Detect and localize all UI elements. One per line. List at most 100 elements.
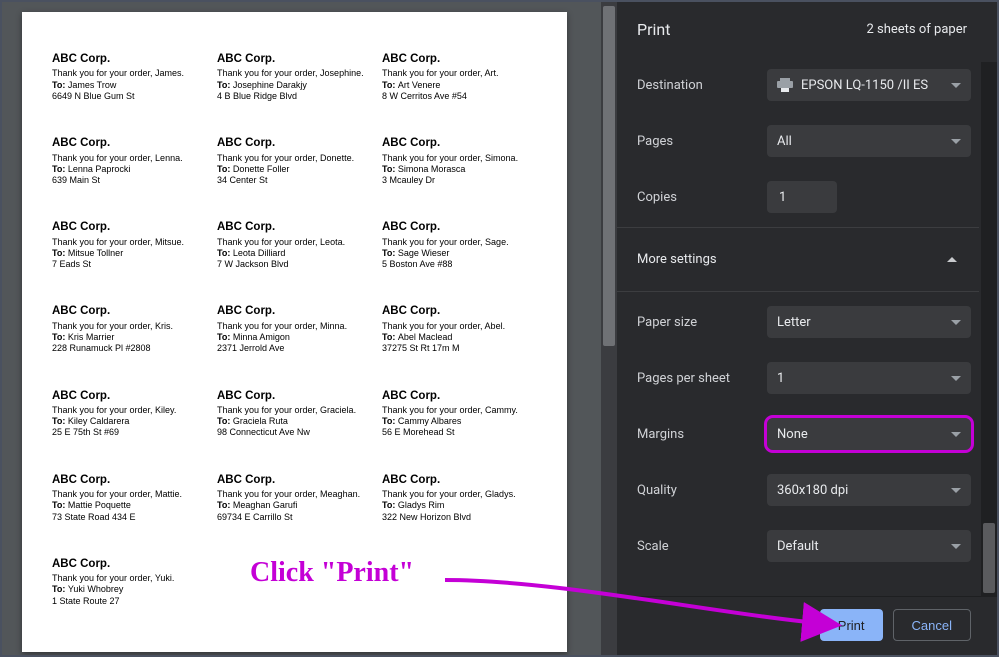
label-company: ABC Corp. — [217, 304, 372, 318]
label-to: To: Lenna Paprocki — [52, 164, 207, 175]
address-label: ABC Corp. Thank you for your order, Kris.… — [52, 304, 207, 354]
scale-select[interactable]: Default — [767, 530, 971, 562]
panel-scrollbar-thumb[interactable] — [983, 523, 995, 593]
label-address: 6649 N Blue Gum St — [52, 91, 207, 102]
label-thank: Thank you for your order, Yuki. — [52, 573, 207, 584]
label-address: 8 W Cerritos Ave #54 — [382, 91, 537, 102]
label-to: To: Gladys Rim — [382, 500, 537, 511]
preview-page: ABC Corp.Thank you for your order, James… — [22, 12, 567, 652]
label-thank: Thank you for your order, Simona. — [382, 153, 537, 164]
destination-label: Destination — [637, 78, 767, 93]
label-address: 3 Mcauley Dr — [382, 175, 537, 186]
label-to: To: James Trow — [52, 80, 207, 91]
label-to: To: Mitsue Tollner — [52, 248, 207, 259]
chevron-down-icon — [951, 432, 961, 437]
address-label: ABC Corp. Thank you for your order, Lenna… — [52, 136, 207, 186]
pages-label: Pages — [637, 134, 767, 149]
label-company: ABC Corp. — [52, 557, 207, 571]
address-label: ABC Corp. Thank you for your order, Graci… — [217, 389, 372, 439]
label-address: 4 B Blue Ridge Blvd — [217, 91, 372, 102]
label-to: To: Kiley Caldarera — [52, 416, 207, 427]
address-label: ABC Corp.Thank you for your order, Leota… — [217, 220, 372, 270]
cancel-button[interactable]: Cancel — [893, 609, 971, 641]
label-address: 73 State Road 434 E — [52, 512, 207, 523]
address-label: ABC Corp.Thank you for your order, Sage.… — [382, 220, 537, 270]
chevron-down-icon — [951, 376, 961, 381]
label-thank: Thank you for your order, Donette. — [217, 153, 372, 164]
address-label: ABC Corp.Thank you for your order, Glady… — [382, 473, 537, 523]
printer-icon — [777, 78, 793, 92]
destination-select[interactable]: EPSON LQ-1150 /II ES — [767, 69, 971, 101]
chevron-down-icon — [951, 139, 961, 144]
label-to: To: Art Venere — [382, 80, 537, 91]
label-thank: Thank you for your order, Meaghan. — [217, 489, 372, 500]
scale-label: Scale — [637, 539, 767, 554]
address-label: ABC Corp.Thank you for your order, Cammy… — [382, 389, 537, 439]
label-company: ABC Corp. — [382, 220, 537, 234]
label-company: ABC Corp. — [217, 136, 372, 150]
pages-per-sheet-value: 1 — [777, 371, 784, 386]
chevron-up-icon — [947, 257, 957, 262]
label-company: ABC Corp. — [52, 220, 207, 234]
label-thank: Thank you for your order, Mattie. — [52, 489, 207, 500]
label-to: To: Leota Dilliard — [217, 248, 372, 259]
label-to: To: Donette Foller — [217, 164, 372, 175]
pages-value: All — [777, 134, 792, 149]
address-label: ABC Corp.Thank you for your order, Josep… — [217, 52, 372, 102]
label-thank: Thank you for your order, Lenna. — [52, 153, 207, 164]
pages-per-sheet-label: Pages per sheet — [637, 371, 767, 386]
label-company: ABC Corp. — [52, 52, 207, 66]
label-thank: Thank you for your order, Abel. — [382, 321, 537, 332]
preview-scrollbar[interactable] — [601, 2, 617, 655]
margins-label: Margins — [637, 427, 767, 442]
panel-scrollbar[interactable] — [981, 62, 997, 597]
label-address: 56 E Morehead St — [382, 427, 537, 438]
margins-select[interactable]: None — [767, 418, 971, 450]
label-address: 7 W Jackson Blvd — [217, 259, 372, 270]
pages-select[interactable]: All — [767, 125, 971, 157]
margins-value: None — [777, 427, 808, 442]
label-thank: Thank you for your order, Art. — [382, 68, 537, 79]
pages-per-sheet-select[interactable]: 1 — [767, 362, 971, 394]
copies-input[interactable]: 1 — [767, 181, 837, 213]
label-thank: Thank you for your order, Leota. — [217, 237, 372, 248]
label-company: ABC Corp. — [52, 389, 207, 403]
label-address: 639 Main St — [52, 175, 207, 186]
label-company: ABC Corp. — [382, 473, 537, 487]
address-label: ABC Corp.Thank you for your order, Meagh… — [217, 473, 372, 523]
chevron-down-icon — [951, 83, 961, 88]
address-label: ABC Corp.Thank you for your order, Simon… — [382, 136, 537, 186]
label-company: ABC Corp. — [52, 473, 207, 487]
print-button[interactable]: Print — [820, 609, 883, 641]
label-company: ABC Corp. — [52, 304, 207, 318]
paper-size-select[interactable]: Letter — [767, 306, 971, 338]
paper-size-label: Paper size — [637, 315, 767, 330]
label-address: 98 Connecticut Ave Nw — [217, 427, 372, 438]
label-address: 37275 St Rt 17m M — [382, 343, 537, 354]
preview-scrollbar-thumb[interactable] — [603, 6, 615, 346]
address-label: ABC Corp.Thank you for your order, James… — [52, 52, 207, 102]
label-to: To: Minna Amigon — [217, 332, 372, 343]
label-address: 228 Runamuck Pl #2808 — [52, 343, 207, 354]
label-address: 2371 Jerrold Ave — [217, 343, 372, 354]
more-settings-toggle[interactable]: More settings — [617, 230, 979, 289]
address-label: ABC Corp. Thank you for your order, Matti… — [52, 473, 207, 523]
address-label: ABC Corp.Thank you for your order, Mitsu… — [52, 220, 207, 270]
more-settings-label: More settings — [637, 252, 717, 267]
label-address: 5 Boston Ave #88 — [382, 259, 537, 270]
quality-select[interactable]: 360x180 dpi — [767, 474, 971, 506]
address-label: ABC Corp. Thank you for your order, Donet… — [217, 136, 372, 186]
label-thank: Thank you for your order, Graciela. — [217, 405, 372, 416]
paper-size-value: Letter — [777, 315, 811, 330]
label-thank: Thank you for your order, Minna. — [217, 321, 372, 332]
address-label: ABC Corp. Thank you for your order, Minna… — [217, 304, 372, 354]
label-company: ABC Corp. — [52, 136, 207, 150]
chevron-down-icon — [951, 320, 961, 325]
label-thank: Thank you for your order, Josephine. — [217, 68, 372, 79]
label-address: 1 State Route 27 — [52, 596, 207, 607]
chevron-down-icon — [951, 488, 961, 493]
label-company: ABC Corp. — [217, 389, 372, 403]
label-company: ABC Corp. — [382, 52, 537, 66]
copies-label: Copies — [637, 190, 767, 205]
label-thank: Thank you for your order, Kris. — [52, 321, 207, 332]
